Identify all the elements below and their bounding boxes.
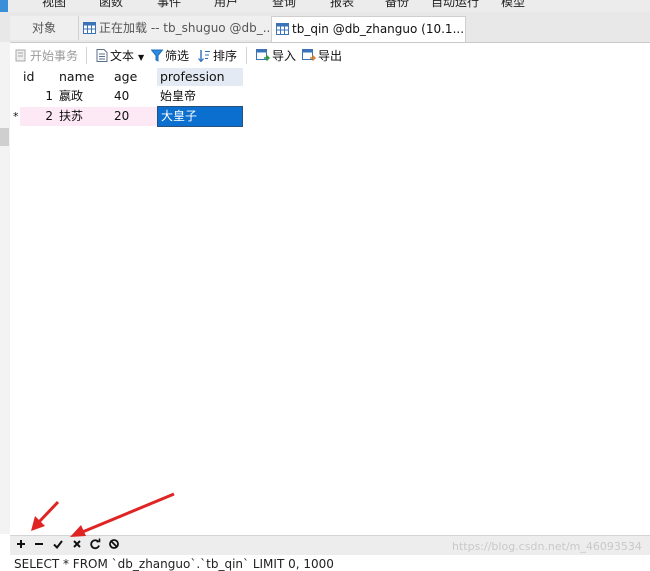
- sql-status-text: SELECT * FROM `db_zhanguo`.`tb_qin` LIMI…: [14, 557, 334, 571]
- arrow-annotation-icon: [70, 492, 175, 537]
- annotation-arrows: [31, 492, 175, 537]
- arrow-annotation-icon: [31, 500, 60, 531]
